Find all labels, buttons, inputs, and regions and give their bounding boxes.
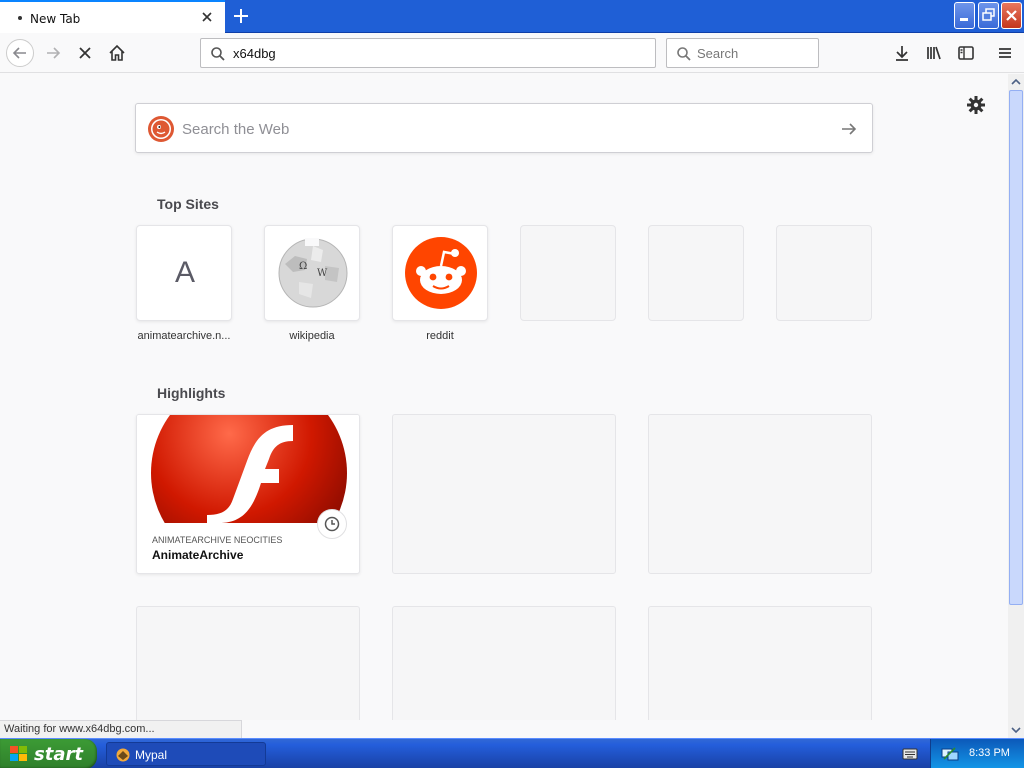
stop-icon bbox=[79, 47, 91, 59]
top-site-empty[interactable] bbox=[520, 225, 616, 321]
sidebar-icon bbox=[958, 46, 974, 60]
forward-button[interactable] bbox=[39, 39, 67, 67]
highlight-card-empty bbox=[136, 606, 360, 720]
new-tab-page: Search the Web Top Sites A animatearchiv… bbox=[0, 74, 1008, 720]
duckduckgo-logo-icon bbox=[148, 116, 174, 142]
top-site-reddit[interactable] bbox=[392, 225, 488, 321]
windows-flag-icon bbox=[10, 746, 27, 761]
top-site-label: reddit bbox=[426, 330, 454, 342]
search-icon bbox=[677, 47, 691, 61]
highlight-card-empty bbox=[392, 414, 616, 574]
status-bar: Waiting for www.x64dbg.com... bbox=[0, 720, 242, 738]
search-placeholder: Search bbox=[697, 46, 739, 61]
scrollbar-thumb[interactable] bbox=[1009, 90, 1023, 605]
home-icon bbox=[109, 44, 125, 61]
search-icon bbox=[211, 47, 225, 61]
web-search-box[interactable]: Search the Web bbox=[135, 103, 873, 153]
svg-text:W: W bbox=[317, 268, 328, 279]
top-site-label: animatearchive.n... bbox=[137, 330, 231, 342]
system-tray: 8:33 PM bbox=[930, 739, 1024, 768]
top-site-empty[interactable] bbox=[776, 225, 872, 321]
tab-new-tab[interactable]: New Tab bbox=[0, 0, 225, 33]
hamburger-menu-icon bbox=[999, 48, 1011, 58]
highlight-title: AnimateArchive bbox=[152, 548, 244, 562]
top-site-animatearchive[interactable]: A bbox=[136, 225, 232, 321]
keyboard-icon[interactable] bbox=[902, 747, 918, 761]
top-site-wikipedia[interactable]: Ω W bbox=[264, 225, 360, 321]
tab-strip: New Tab bbox=[0, 0, 1024, 33]
start-button[interactable]: start bbox=[0, 739, 97, 768]
wikipedia-globe-icon: Ω W bbox=[278, 238, 348, 308]
url-text: x64dbg bbox=[233, 46, 276, 61]
highlight-source: ANIMATEARCHIVE NEOCITIES bbox=[152, 535, 283, 545]
close-window-icon bbox=[1006, 10, 1017, 21]
network-icon[interactable] bbox=[941, 746, 959, 762]
home-button[interactable] bbox=[103, 39, 131, 67]
sidebar-button[interactable] bbox=[952, 39, 980, 67]
scroll-down-arrow-icon[interactable] bbox=[1008, 722, 1024, 738]
windows-taskbar: start Mypal 8:33 PM bbox=[0, 738, 1024, 768]
back-arrow-icon bbox=[12, 47, 26, 59]
scroll-up-arrow-icon[interactable] bbox=[1008, 74, 1024, 90]
url-bar[interactable]: x64dbg bbox=[200, 38, 656, 68]
highlight-card-empty bbox=[648, 414, 872, 574]
download-icon bbox=[896, 46, 908, 61]
restore-icon bbox=[982, 8, 995, 21]
gear-icon[interactable] bbox=[965, 94, 987, 116]
new-tab-plus-icon[interactable] bbox=[230, 5, 252, 27]
svg-text:Ω: Ω bbox=[299, 261, 307, 272]
taskbar-item-mypal[interactable]: Mypal bbox=[106, 742, 266, 766]
downloads-button[interactable] bbox=[888, 39, 916, 67]
arrow-right-icon[interactable] bbox=[840, 120, 858, 138]
nav-toolbar: x64dbg Search bbox=[0, 33, 1024, 73]
highlight-card-animatearchive[interactable]: ANIMATEARCHIVE NEOCITIES AnimateArchive bbox=[136, 414, 360, 574]
highlight-card-empty bbox=[648, 606, 872, 720]
search-bar[interactable]: Search bbox=[666, 38, 819, 68]
close-tab-icon[interactable] bbox=[199, 9, 215, 25]
stop-button[interactable] bbox=[71, 39, 99, 67]
highlights-title: Highlights bbox=[157, 385, 226, 401]
clock-icon bbox=[317, 509, 347, 539]
tab-title: New Tab bbox=[30, 12, 81, 26]
forward-arrow-icon bbox=[47, 47, 61, 59]
close-window-button[interactable] bbox=[1001, 2, 1022, 29]
flash-logo-icon bbox=[151, 415, 347, 523]
minimize-button[interactable] bbox=[954, 2, 975, 29]
minimize-icon bbox=[960, 18, 968, 21]
reddit-logo-icon bbox=[405, 237, 477, 309]
top-sites-title: Top Sites bbox=[157, 196, 219, 212]
web-search-placeholder: Search the Web bbox=[182, 121, 290, 138]
menu-button[interactable] bbox=[991, 39, 1019, 67]
restore-button[interactable] bbox=[978, 2, 999, 29]
loading-dot-icon bbox=[18, 16, 22, 20]
highlight-card-empty bbox=[392, 606, 616, 720]
library-button[interactable] bbox=[920, 39, 948, 67]
library-icon bbox=[927, 46, 941, 60]
back-button[interactable] bbox=[6, 39, 34, 67]
mypal-app-icon bbox=[116, 748, 130, 762]
task-label: Mypal bbox=[135, 748, 168, 762]
taskbar-clock: 8:33 PM bbox=[969, 747, 1010, 759]
top-site-label: wikipedia bbox=[289, 330, 335, 342]
top-site-empty[interactable] bbox=[648, 225, 744, 321]
start-label: start bbox=[34, 744, 83, 765]
site-letter-icon: A bbox=[174, 256, 195, 289]
vertical-scrollbar[interactable] bbox=[1008, 74, 1024, 738]
highlight-thumbnail bbox=[137, 415, 359, 523]
